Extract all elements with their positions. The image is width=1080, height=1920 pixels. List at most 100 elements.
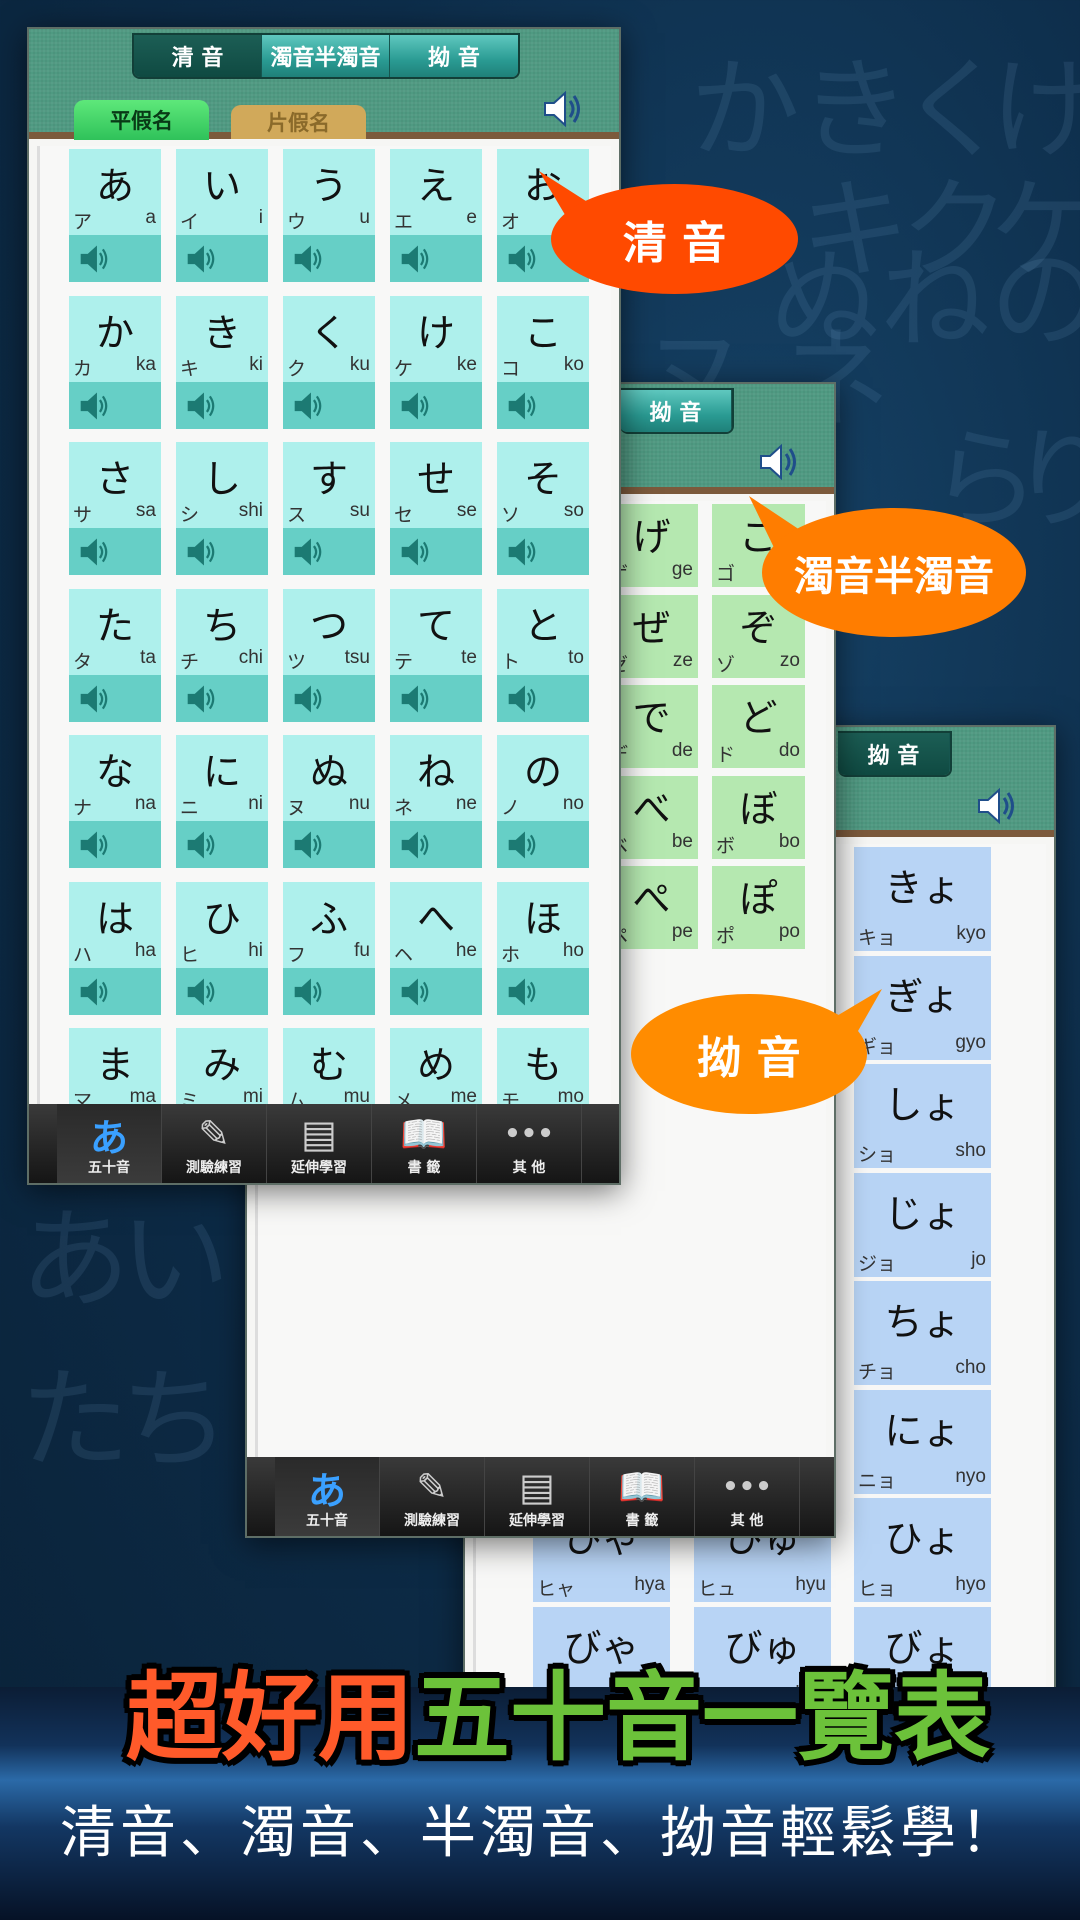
- play-sound-button[interactable]: [176, 967, 268, 1015]
- speaker-icon[interactable]: [973, 783, 1019, 829]
- play-sound-button[interactable]: [390, 381, 482, 429]
- tab-youon[interactable]: 拗 音: [838, 733, 950, 775]
- romaji: cho: [955, 1357, 986, 1378]
- play-sound-button[interactable]: [390, 821, 482, 868]
- play-sound-button[interactable]: [497, 821, 589, 868]
- nav-item[interactable]: ✎ 測驗練習: [380, 1457, 485, 1536]
- play-sound-button[interactable]: [176, 528, 268, 575]
- kana-cell[interactable]: ひ ヒ hi: [176, 881, 268, 1015]
- kana-cell[interactable]: こ コ ko: [497, 295, 589, 429]
- kana-cell[interactable]: と ト to: [497, 588, 589, 722]
- play-sound-button[interactable]: [390, 967, 482, 1015]
- kana-cell[interactable]: つ ツ tsu: [283, 588, 375, 722]
- play-sound-button[interactable]: [497, 674, 589, 722]
- kana-cell[interactable]: は ハ ha: [69, 881, 161, 1015]
- kana-cell[interactable]: き キ ki: [176, 295, 268, 429]
- play-sound-button[interactable]: [497, 967, 589, 1015]
- kana-cell[interactable]: ど ド do: [712, 685, 805, 769]
- nav-item[interactable]: ••• 其 他: [695, 1457, 800, 1536]
- nav-label: 書 籤: [625, 1513, 659, 1529]
- kana-cell[interactable]: にょ ニョ nyo: [854, 1389, 991, 1494]
- nav-item[interactable]: あ五十音: [275, 1457, 380, 1536]
- play-sound-button[interactable]: [69, 528, 161, 575]
- kana-cell[interactable]: け ケ ke: [390, 295, 482, 429]
- kana-cell[interactable]: じょ ジョ jo: [854, 1172, 991, 1277]
- play-sound-button[interactable]: [283, 381, 375, 429]
- kana-cell[interactable]: す ス su: [283, 442, 375, 575]
- play-sound-button[interactable]: [283, 235, 375, 282]
- tab-dakuon[interactable]: 濁音半濁音: [262, 35, 390, 77]
- kana-cell[interactable]: た タ ta: [69, 588, 161, 722]
- speaker-icon: [398, 389, 432, 423]
- tab-youon[interactable]: 拗 音: [620, 390, 732, 432]
- kana-cell[interactable]: か カ ka: [69, 295, 161, 429]
- nav-item[interactable]: 📖 書 籤: [590, 1457, 695, 1536]
- tab-hiragana[interactable]: 平假名: [74, 100, 209, 140]
- nav-item[interactable]: ▤ 延伸學習: [267, 1104, 372, 1183]
- play-sound-button[interactable]: [283, 528, 375, 575]
- kana-cell[interactable]: へ ヘ he: [390, 881, 482, 1015]
- kana-cell[interactable]: ち チ chi: [176, 588, 268, 722]
- kana-cell[interactable]: ぼ ボ bo: [712, 775, 805, 859]
- kana-cell[interactable]: く ク ku: [283, 295, 375, 429]
- play-sound-button[interactable]: [69, 821, 161, 868]
- kana-cell[interactable]: せ セ se: [390, 442, 482, 575]
- play-sound-button[interactable]: [176, 235, 268, 282]
- kana-cell[interactable]: そ ソ so: [497, 442, 589, 575]
- kana-cell[interactable]: の ノ no: [497, 735, 589, 868]
- kana-cell[interactable]: きょ キョ kyo: [854, 847, 991, 951]
- romaji: ne: [455, 793, 477, 814]
- kana-cell[interactable]: ぎょ ギョ gyo: [854, 955, 991, 1060]
- kana-cell[interactable]: ね ネ ne: [390, 735, 482, 868]
- nav-item[interactable]: ✎ 測驗練習: [162, 1104, 267, 1183]
- tab-seion[interactable]: 清 音: [134, 35, 262, 77]
- speaker-icon[interactable]: [755, 439, 801, 485]
- tab-youon[interactable]: 拗 音: [390, 35, 518, 77]
- kana-cell[interactable]: ぬ ヌ nu: [283, 735, 375, 868]
- play-sound-button[interactable]: [283, 821, 375, 868]
- nav-item[interactable]: 📖 書 籤: [372, 1104, 477, 1183]
- kana-cell[interactable]: ぽ ポ po: [712, 866, 805, 950]
- kana-cell[interactable]: ふ フ fu: [283, 881, 375, 1015]
- nav-item[interactable]: ▤ 延伸學習: [485, 1457, 590, 1536]
- play-sound-button[interactable]: [176, 381, 268, 429]
- kana-cell[interactable]: い イ i: [176, 149, 268, 282]
- hiragana: へ: [416, 896, 455, 941]
- speaker-icon[interactable]: [539, 86, 585, 132]
- nav-item[interactable]: ••• 其 他: [477, 1104, 582, 1183]
- play-sound-button[interactable]: [390, 528, 482, 575]
- katakana: チョ: [858, 1361, 897, 1383]
- katakana: チ: [180, 650, 200, 673]
- hiragana: の: [523, 750, 562, 794]
- play-sound-button[interactable]: [390, 235, 482, 282]
- play-sound-button[interactable]: [69, 674, 161, 722]
- play-sound-button[interactable]: [283, 674, 375, 722]
- play-sound-button[interactable]: [69, 967, 161, 1015]
- play-sound-button[interactable]: [497, 528, 589, 575]
- kana-cell[interactable]: あ ア a: [69, 149, 161, 282]
- kana-cell[interactable]: て テ te: [390, 588, 482, 722]
- kana-cell[interactable]: な ナ na: [69, 735, 161, 868]
- play-sound-button[interactable]: [69, 381, 161, 429]
- katakana: キ: [180, 357, 200, 380]
- play-sound-button[interactable]: [176, 674, 268, 722]
- nav-item[interactable]: あ五十音: [57, 1104, 162, 1183]
- tab-katakana[interactable]: 片假名: [231, 105, 366, 139]
- kana-cell[interactable]: さ サ sa: [69, 442, 161, 575]
- hiragana: ぎょ: [885, 974, 960, 1019]
- kana-cell[interactable]: え エ e: [390, 149, 482, 282]
- play-sound-button[interactable]: [283, 967, 375, 1015]
- kana-cell[interactable]: ほ ホ ho: [497, 881, 589, 1015]
- play-sound-button[interactable]: [176, 821, 268, 868]
- play-sound-button[interactable]: [497, 381, 589, 429]
- kana-cell[interactable]: に ニ ni: [176, 735, 268, 868]
- kana-cell[interactable]: しょ ショ sho: [854, 1064, 991, 1168]
- katakana: ヒャ: [537, 1578, 576, 1600]
- kana-cell[interactable]: ひょ ヒョ hyo: [854, 1498, 991, 1602]
- kana-cell[interactable]: し シ shi: [176, 442, 268, 575]
- play-sound-button[interactable]: [69, 235, 161, 282]
- kana-cell[interactable]: ちょ チョ cho: [854, 1281, 991, 1385]
- romaji: fu: [354, 939, 370, 961]
- kana-cell[interactable]: う ウ u: [283, 149, 375, 282]
- play-sound-button[interactable]: [390, 674, 482, 722]
